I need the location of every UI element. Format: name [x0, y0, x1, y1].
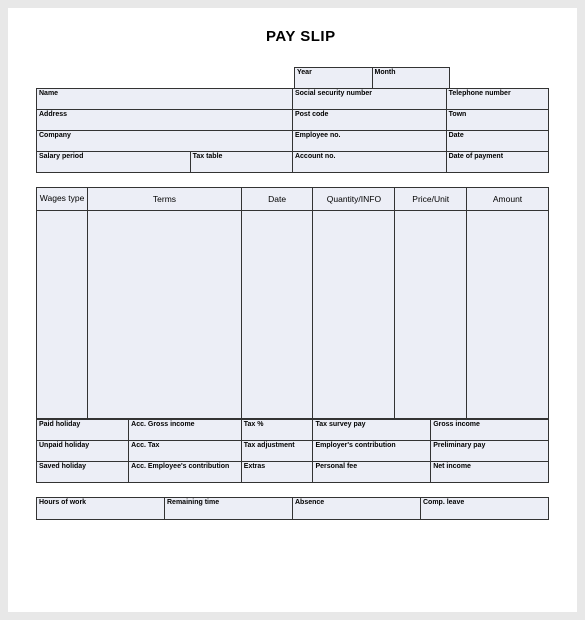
tax-adjustment: Tax adjustment — [241, 441, 313, 462]
wages-body-4 — [313, 211, 395, 419]
year-month-wrap: Year Month — [36, 67, 549, 89]
postcode-cell: Post code — [292, 110, 446, 131]
extras: Extras — [241, 462, 313, 483]
tax-percent: Tax % — [241, 420, 313, 441]
wages-table: Wages type Terms Date Quantity/INFO Pric… — [36, 187, 549, 419]
wages-body-3 — [241, 211, 313, 419]
address-cell: Address — [37, 110, 293, 131]
tax-survey-pay: Tax survey pay — [313, 420, 431, 441]
salary-period-cell: Salary period — [37, 152, 191, 173]
hours-of-work: Hours of work — [37, 498, 165, 520]
personal-fee: Personal fee — [313, 462, 431, 483]
wages-body-6 — [467, 211, 549, 419]
acc-gross-income: Acc. Gross income — [129, 420, 242, 441]
col-terms: Terms — [88, 188, 242, 211]
ssn-cell: Social security number — [292, 89, 446, 110]
absence: Absence — [293, 498, 421, 520]
date-cell: Date — [446, 131, 548, 152]
col-wages-type: Wages type — [37, 188, 88, 211]
col-quantity: Quantity/INFO — [313, 188, 395, 211]
info-table: Name Social security number Telephone nu… — [36, 88, 549, 173]
comp-leave: Comp. leave — [421, 498, 549, 520]
saved-holiday: Saved holiday — [37, 462, 129, 483]
year-cell: Year — [295, 68, 373, 89]
employers-contribution: Employer's contribution — [313, 441, 431, 462]
col-priceunit: Price/Unit — [395, 188, 467, 211]
preliminary-pay: Preliminary pay — [431, 441, 549, 462]
summary-table: Paid holiday Acc. Gross income Tax % Tax… — [36, 419, 549, 483]
acc-employees-contribution: Acc. Employee's contribution — [129, 462, 242, 483]
year-month-table: Year Month — [294, 67, 450, 89]
company-cell: Company — [37, 131, 293, 152]
wages-body-1 — [37, 211, 88, 419]
gross-income: Gross income — [431, 420, 549, 441]
telephone-cell: Telephone number — [446, 89, 548, 110]
net-income: Net income — [431, 462, 549, 483]
unpaid-holiday: Unpaid holiday — [37, 441, 129, 462]
name-cell: Name — [37, 89, 293, 110]
col-amount: Amount — [467, 188, 549, 211]
wages-body-5 — [395, 211, 467, 419]
date-of-payment-cell: Date of payment — [446, 152, 548, 173]
wages-body-2 — [88, 211, 242, 419]
payslip-page: PAY SLIP Year Month Name Social security… — [8, 8, 577, 612]
paid-holiday: Paid holiday — [37, 420, 129, 441]
town-cell: Town — [446, 110, 548, 131]
account-no-cell: Account no. — [292, 152, 446, 173]
month-cell: Month — [372, 68, 450, 89]
acc-tax: Acc. Tax — [129, 441, 242, 462]
tax-table-cell: Tax table — [190, 152, 292, 173]
col-date: Date — [241, 188, 313, 211]
remaining-time: Remaining time — [165, 498, 293, 520]
footer-table: Hours of work Remaining time Absence Com… — [36, 497, 549, 520]
page-title: PAY SLIP — [266, 28, 549, 45]
employee-no-cell: Employee no. — [292, 131, 446, 152]
